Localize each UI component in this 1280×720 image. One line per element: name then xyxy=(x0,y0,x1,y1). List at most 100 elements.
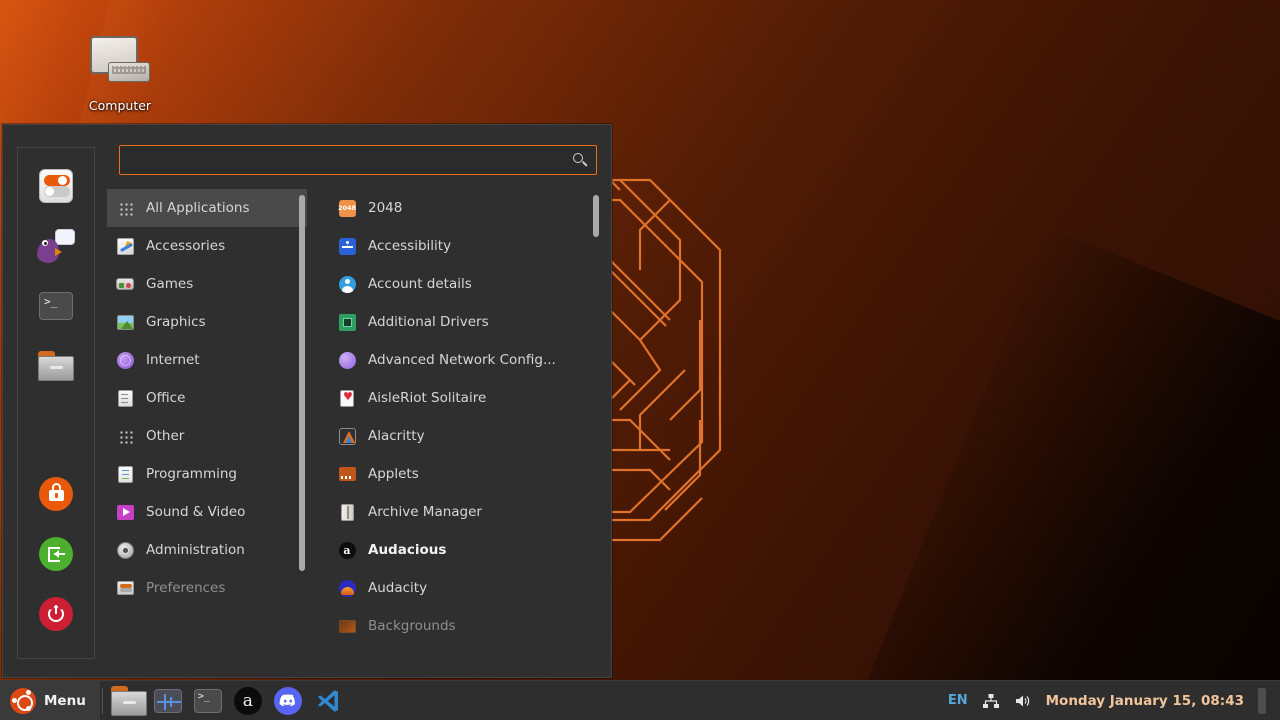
category-item-label: Office xyxy=(146,390,186,406)
taskbar-applet-handle[interactable] xyxy=(1258,687,1266,714)
audacious-icon: a xyxy=(233,686,262,715)
application-item-label: Audacity xyxy=(368,580,428,596)
clock[interactable]: Monday January 15, 08:43 xyxy=(1046,693,1244,709)
category-item-sound-video[interactable]: Sound & Video xyxy=(107,493,307,531)
taskbar-tray: EN Monday January 15, 08:43 xyxy=(948,687,1280,714)
network-icon[interactable] xyxy=(982,693,1000,709)
alacritty-icon xyxy=(337,426,357,446)
application-item-aisleriot-solitaire[interactable]: AisleRiot Solitaire xyxy=(329,379,601,417)
terminal-icon xyxy=(193,688,222,713)
grid-icon xyxy=(115,426,135,446)
folder-icon xyxy=(38,351,74,381)
application-item-label: Advanced Network Config... xyxy=(368,352,556,368)
category-item-preferences[interactable]: Preferences xyxy=(107,569,307,607)
taskbar-item-system-monitor[interactable] xyxy=(151,684,185,718)
application-item-applets[interactable]: Applets xyxy=(329,455,601,493)
category-item-other[interactable]: Other xyxy=(107,417,307,455)
category-item-label: All Applications xyxy=(146,200,250,216)
sidebar-item-files[interactable] xyxy=(34,344,78,388)
desktop-icon-computer[interactable]: Computer xyxy=(78,36,162,113)
category-item-label: Graphics xyxy=(146,314,206,330)
graphics-icon xyxy=(115,312,135,332)
sidebar-item-log-out[interactable] xyxy=(34,532,78,576)
sidebar-item-system-settings[interactable] xyxy=(34,164,78,208)
category-scrollbar[interactable] xyxy=(299,195,305,571)
pidgin-icon xyxy=(37,229,75,263)
accessories-icon xyxy=(115,236,135,256)
volume-icon[interactable] xyxy=(1014,693,1032,709)
search-input[interactable] xyxy=(130,152,572,168)
application-menu-panel[interactable]: All Applications Accessories Games Graphics… xyxy=(2,124,612,678)
category-item-label: Games xyxy=(146,276,194,292)
sidebar-item-quit[interactable] xyxy=(34,592,78,636)
system-monitor-icon xyxy=(153,688,182,713)
sidebar-item-pidgin[interactable] xyxy=(34,224,78,268)
application-item-accessibility[interactable]: Accessibility xyxy=(329,227,601,265)
taskbar-item-terminal[interactable] xyxy=(191,684,225,718)
search-icon xyxy=(572,152,588,168)
additional-drivers-icon xyxy=(337,312,357,332)
application-item-additional-drivers[interactable]: Additional Drivers xyxy=(329,303,601,341)
application-item-account-details[interactable]: Account details xyxy=(329,265,601,303)
menu-sidebar xyxy=(17,147,95,659)
application-item-label: 2048 xyxy=(368,200,403,216)
folder-icon xyxy=(110,685,147,716)
application-item-2048[interactable]: 2048 2048 xyxy=(329,189,601,227)
category-item-games[interactable]: Games xyxy=(107,265,307,303)
application-scrollbar[interactable] xyxy=(593,195,599,237)
menu-main-area: All Applications Accessories Games Graphics… xyxy=(95,125,611,677)
application-item-label: Audacious xyxy=(368,542,447,558)
games-icon xyxy=(115,274,135,294)
2048-icon: 2048 xyxy=(337,198,357,218)
category-item-graphics[interactable]: Graphics xyxy=(107,303,307,341)
application-item-alacritty[interactable]: Alacritty xyxy=(329,417,601,455)
computer-icon xyxy=(78,36,162,92)
taskbar-item-vscode[interactable] xyxy=(311,684,345,718)
aisleriot-solitaire-icon xyxy=(337,388,357,408)
category-item-label: Programming xyxy=(146,466,237,482)
taskbar: Menu a xyxy=(0,680,1280,720)
application-item-audacity[interactable]: Audacity xyxy=(329,569,601,607)
lock-icon xyxy=(39,477,73,511)
grid-icon xyxy=(115,198,135,218)
taskbar-item-discord[interactable] xyxy=(271,684,305,718)
category-item-administration[interactable]: Administration xyxy=(107,531,307,569)
taskbar-menu-button[interactable]: Menu xyxy=(0,680,100,720)
application-item-archive-manager[interactable]: Archive Manager xyxy=(329,493,601,531)
account-details-icon xyxy=(337,274,357,294)
category-item-programming[interactable]: Programming xyxy=(107,455,307,493)
taskbar-separator xyxy=(101,687,103,714)
office-icon xyxy=(115,388,135,408)
programming-icon xyxy=(115,464,135,484)
backgrounds-icon xyxy=(337,616,357,636)
category-item-all-applications[interactable]: All Applications xyxy=(107,189,307,227)
category-item-label: Sound & Video xyxy=(146,504,246,520)
search-box[interactable] xyxy=(119,145,597,175)
application-list[interactable]: 2048 2048 Accessibility Account details Addi… xyxy=(329,189,601,677)
language-indicator[interactable]: EN xyxy=(948,693,968,708)
application-item-label: Applets xyxy=(368,466,419,482)
discord-icon xyxy=(273,686,302,715)
category-item-internet[interactable]: Internet xyxy=(107,341,307,379)
ubuntu-logo-icon xyxy=(10,687,36,714)
applets-icon xyxy=(337,464,357,484)
sidebar-item-terminal[interactable] xyxy=(34,284,78,328)
advanced-network-config-icon xyxy=(337,350,357,370)
terminal-icon xyxy=(39,292,73,320)
sound-video-icon xyxy=(115,502,135,522)
application-item-advanced-network-config[interactable]: Advanced Network Config... xyxy=(329,341,601,379)
application-item-label: Accessibility xyxy=(368,238,452,254)
category-item-office[interactable]: Office xyxy=(107,379,307,417)
search-row xyxy=(107,145,601,175)
application-item-backgrounds[interactable]: Backgrounds xyxy=(329,607,601,645)
administration-icon xyxy=(115,540,135,560)
sidebar-item-lock-screen[interactable] xyxy=(34,472,78,516)
accessibility-icon xyxy=(337,236,357,256)
category-item-accessories[interactable]: Accessories xyxy=(107,227,307,265)
category-item-label: Internet xyxy=(146,352,200,368)
application-item-audacious[interactable]: a Audacious xyxy=(329,531,601,569)
category-list[interactable]: All Applications Accessories Games Graphics… xyxy=(107,189,307,677)
taskbar-item-audacious[interactable]: a xyxy=(231,684,265,718)
taskbar-item-files[interactable] xyxy=(110,684,147,718)
category-item-label: Accessories xyxy=(146,238,226,254)
